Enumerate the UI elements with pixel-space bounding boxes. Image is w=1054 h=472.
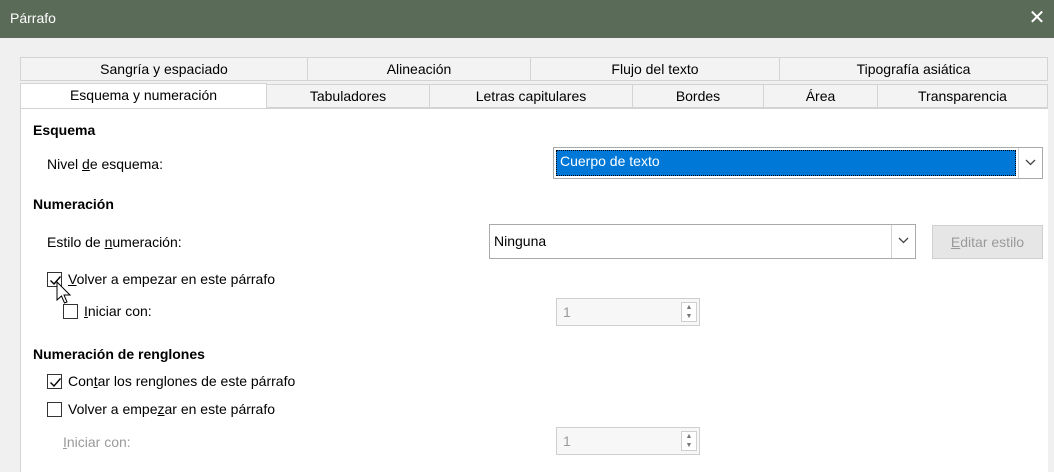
tab-sangria-y-espaciado[interactable]: Sangría y espaciado [20, 57, 308, 81]
spin-down-icon[interactable]: ▼ [682, 441, 696, 450]
spin-buttons[interactable]: ▲ ▼ [681, 431, 697, 451]
spin-buttons[interactable]: ▲ ▼ [681, 302, 697, 322]
chevron-down-icon[interactable] [1018, 148, 1042, 178]
start-with-checkbox[interactable] [63, 304, 78, 319]
restart-lines-label: Volver a empezar en este párrafo [68, 401, 276, 417]
numbering-style-select[interactable]: Ninguna [489, 224, 916, 259]
edit-style-button[interactable]: Editar estilo [932, 225, 1043, 259]
tab-flujo-del-texto[interactable]: Flujo del texto [530, 57, 780, 81]
line-start-with-label: Iniciar con: [63, 434, 131, 450]
tab-transparencia[interactable]: Transparencia [877, 84, 1048, 108]
spin-up-icon[interactable]: ▲ [682, 432, 696, 441]
tab-label: Bordes [675, 88, 721, 104]
start-with-label: Iniciar con: [84, 303, 152, 319]
numbering-heading: Numeración [33, 196, 114, 212]
outline-heading: Esquema [33, 122, 96, 138]
tab-tabuladores[interactable]: Tabuladores [266, 84, 430, 108]
tab-label: Alineación [386, 61, 452, 77]
restart-lines-checkbox[interactable] [47, 402, 62, 417]
outline-level-select[interactable]: Cuerpo de texto [553, 147, 1043, 179]
tab-area[interactable]: Área [763, 84, 878, 108]
numbering-style-value: Ninguna [494, 233, 547, 249]
tab-esquema-y-numeracion[interactable]: Esquema y numeración [20, 83, 267, 108]
title-bar: Párrafo ✕ [0, 0, 1054, 38]
start-with-spinner[interactable]: 1 ▲ ▼ [556, 298, 700, 326]
tab-bordes[interactable]: Bordes [632, 84, 764, 108]
window-title: Párrafo [10, 10, 56, 26]
close-icon[interactable]: ✕ [1026, 7, 1048, 29]
outline-level-label: Nivel de esquema: [47, 156, 163, 172]
line-numbering-heading: Numeración de renglones [33, 346, 205, 362]
line-start-with-value: 1 [563, 433, 571, 449]
chevron-down-icon[interactable] [891, 225, 915, 258]
count-lines-label: Contar los renglones de este párrafo [68, 373, 296, 389]
tab-alineacion[interactable]: Alineación [307, 57, 531, 81]
tab-label: Transparencia [918, 88, 1007, 104]
tab-label: Flujo del texto [611, 61, 699, 77]
outline-level-value: Cuerpo de texto [560, 153, 660, 169]
numbering-style-label: Estilo de numeración: [47, 234, 182, 250]
line-start-with-spinner[interactable]: 1 ▲ ▼ [556, 427, 700, 455]
tab-letras-capitulares[interactable]: Letras capitulares [429, 84, 633, 108]
spin-up-icon[interactable]: ▲ [682, 303, 696, 312]
tab-label: Tipografía asiática [856, 61, 971, 77]
tab-label: Esquema y numeración [69, 87, 218, 103]
tab-tipografia-asiatica[interactable]: Tipografía asiática [779, 57, 1048, 81]
mouse-pointer-icon [56, 281, 72, 304]
restart-numbering-label: Volver a empezar en este párrafo [68, 271, 276, 287]
tab-label: Tabuladores [309, 88, 387, 104]
spin-down-icon[interactable]: ▼ [682, 312, 696, 321]
tab-label: Área [805, 88, 836, 104]
count-lines-checkbox[interactable] [47, 374, 62, 389]
tab-label: Letras capitulares [475, 88, 587, 104]
tab-label: Sangría y espaciado [100, 61, 228, 77]
start-with-value: 1 [563, 304, 571, 320]
